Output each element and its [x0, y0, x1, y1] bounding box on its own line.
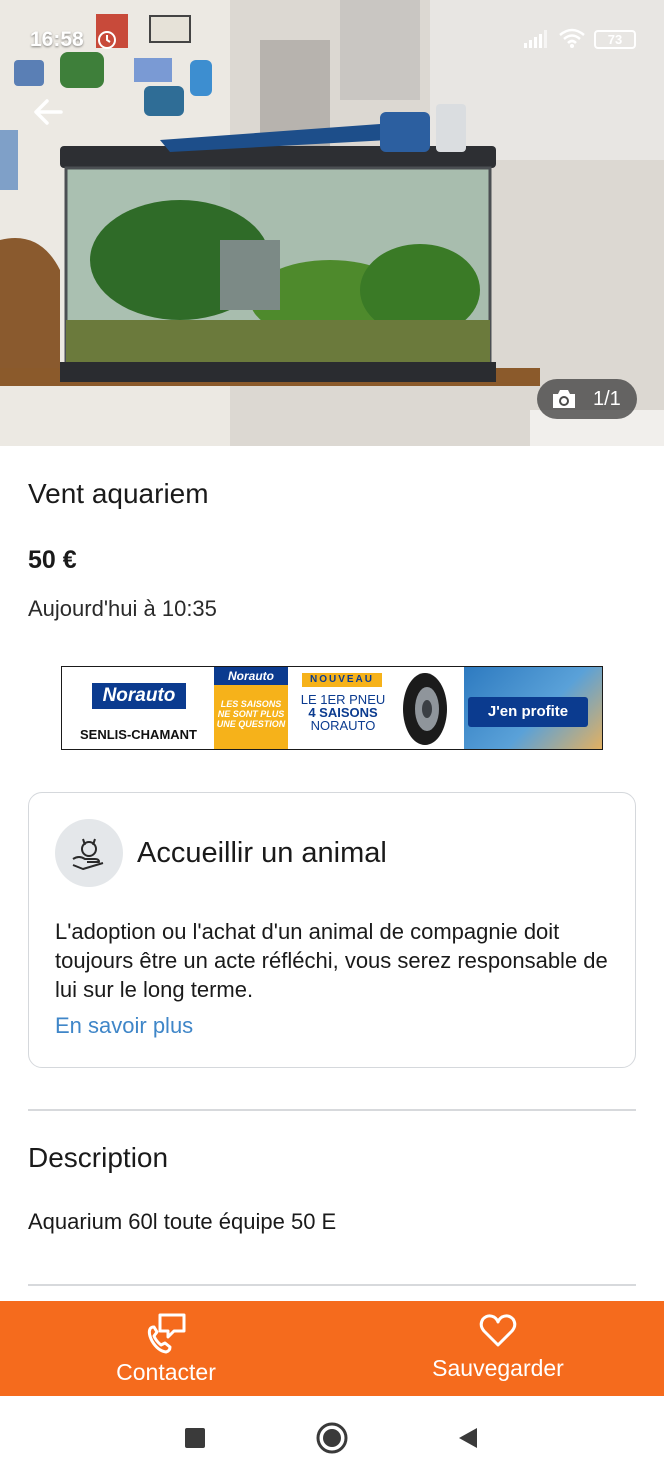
heart-icon: [479, 1314, 517, 1347]
photo-counter-text: 1/1: [593, 387, 621, 410]
back-button[interactable]: [24, 88, 72, 136]
status-bar: 16:58 73: [0, 0, 664, 80]
ad-brand-small: Norauto: [214, 667, 288, 685]
recents-square-icon: [185, 1428, 205, 1448]
tyre-icon: [403, 673, 447, 745]
photo-counter[interactable]: 1/1: [537, 379, 637, 419]
phone-chat-icon: [147, 1313, 186, 1354]
back-arrow-icon: [34, 99, 63, 125]
system-back-button[interactable]: [448, 1418, 488, 1458]
ad-headline-line-3: NORAUTO: [310, 718, 376, 733]
info-card: Accueillir un animal L'adoption ou l'ach…: [28, 792, 636, 1068]
back-triangle-icon: [459, 1428, 477, 1448]
listing-title: Vent aquariem: [28, 478, 209, 509]
info-card-body: L'adoption ou l'achat d'un animal de com…: [55, 919, 608, 1002]
description-text: Aquarium 60l toute équipe 50 E: [28, 1209, 337, 1234]
home-circle-icon: [316, 1422, 348, 1454]
wifi-icon: [559, 28, 585, 48]
divider: [28, 1109, 636, 1111]
listing-photo[interactable]: 16:58 73 1/1: [0, 0, 664, 446]
battery-icon: 73: [594, 30, 636, 49]
ad-tagline-panel: Norauto LES SAISONS NE SONT PLUS UNE QUE…: [214, 667, 288, 749]
learn-more-link[interactable]: En savoir plus: [55, 1013, 193, 1039]
recents-button[interactable]: [175, 1418, 215, 1458]
signal-icon: [524, 30, 547, 48]
pet-care-icon: [55, 819, 123, 887]
ad-headline: LE 1ER PNEU 4 SAISONS NORAUTO: [298, 693, 388, 732]
alarm-icon: [98, 31, 116, 49]
ad-brand-logo: Norauto: [92, 683, 186, 709]
contact-button[interactable]: Contacter: [96, 1301, 236, 1396]
contact-label: Contacter: [116, 1359, 216, 1385]
ad-new-badge: NOUVEAU: [302, 673, 382, 687]
ad-tagline: LES SAISONS NE SONT PLUS UNE QUESTION: [216, 699, 286, 729]
info-card-title: Accueillir un animal: [137, 837, 387, 869]
system-navigation-bar: [0, 1396, 664, 1476]
camera-icon: [553, 390, 575, 408]
listing-price: 50 €: [28, 546, 77, 574]
ad-location: SENLIS-CHAMANT: [80, 727, 197, 742]
home-button[interactable]: [312, 1418, 352, 1458]
ad-cta-button[interactable]: J'en profite: [468, 697, 588, 727]
ad-banner[interactable]: Norauto SENLIS-CHAMANT Norauto LES SAISO…: [61, 666, 603, 750]
status-time: 16:58: [30, 28, 84, 51]
description-title: Description: [28, 1142, 169, 1173]
save-button[interactable]: Sauvegarder: [418, 1301, 578, 1396]
listing-date: Aujourd'hui à 10:35: [28, 596, 217, 621]
save-label: Sauvegarder: [432, 1355, 564, 1381]
action-bar: Contacter Sauvegarder: [0, 1301, 664, 1396]
divider: [28, 1284, 636, 1286]
